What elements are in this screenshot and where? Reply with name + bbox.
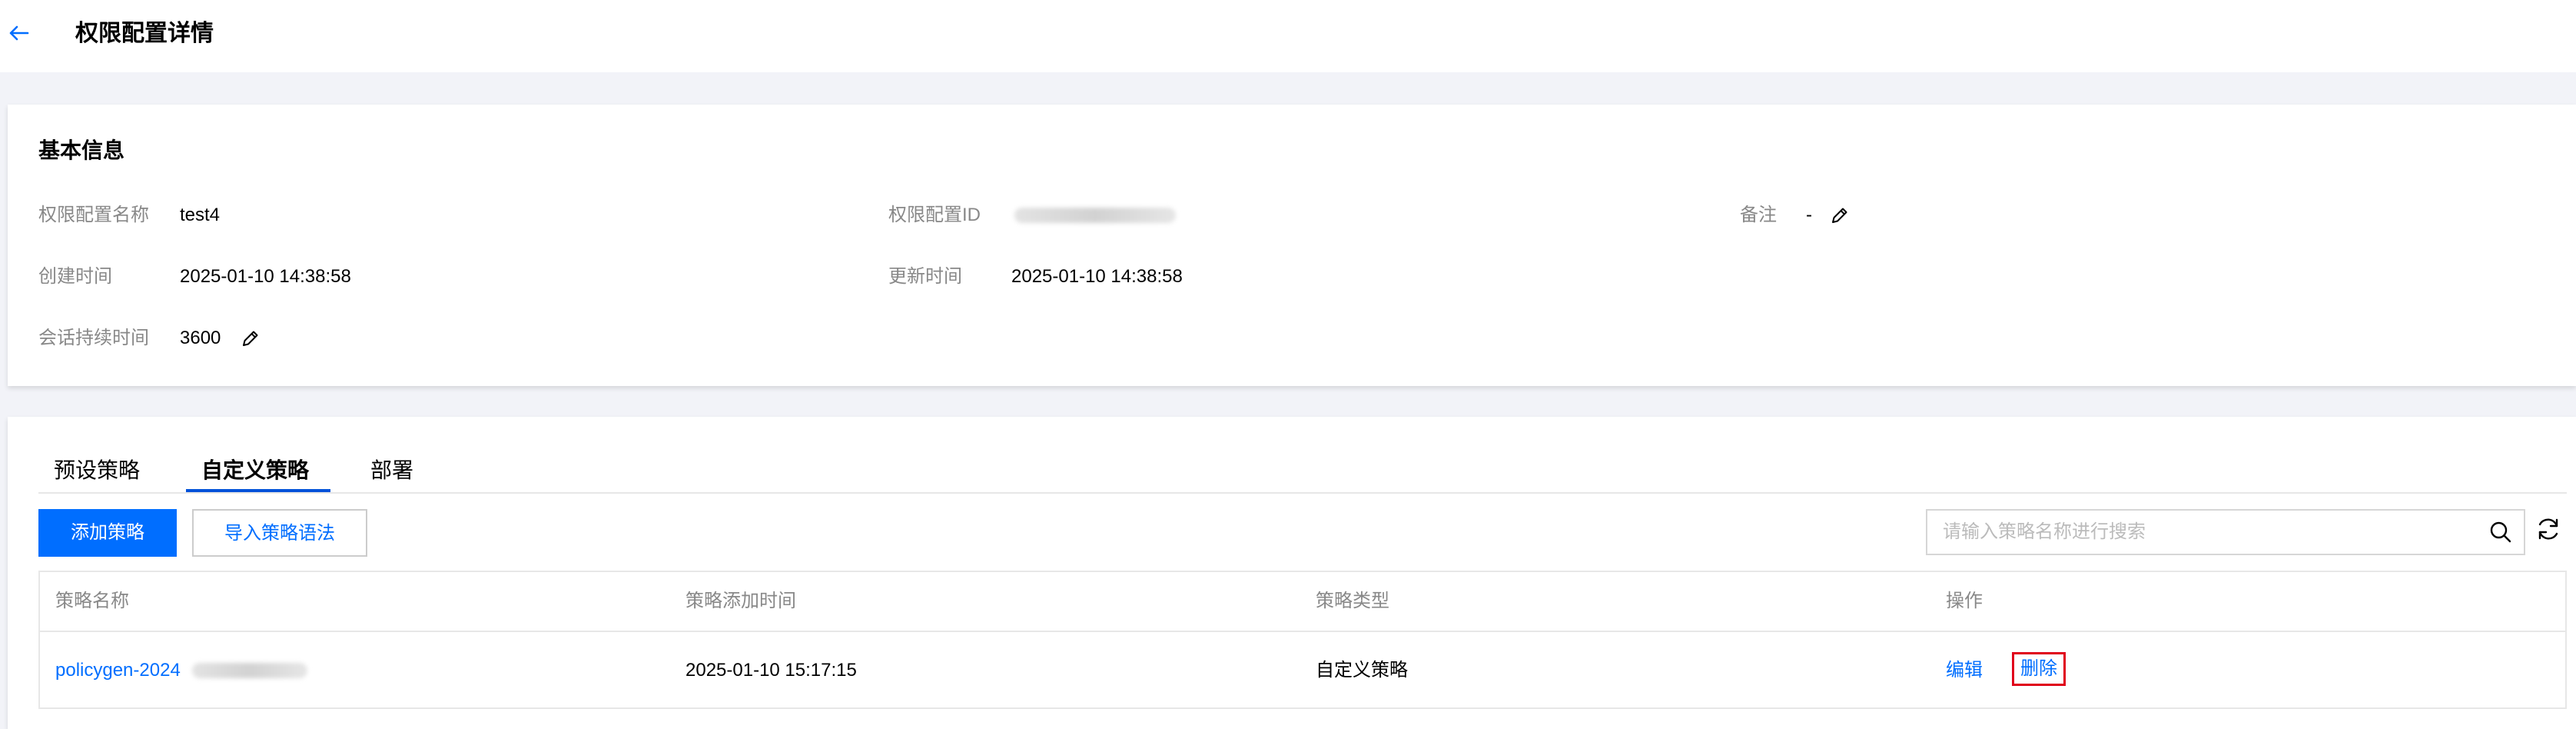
pencil-icon[interactable] bbox=[240, 328, 261, 349]
top-bar: 权限配置详情 bbox=[0, 0, 2576, 72]
config-name-value: test4 bbox=[180, 205, 221, 225]
edit-link[interactable]: 编辑 bbox=[1946, 658, 1983, 683]
search-box bbox=[1926, 509, 2525, 555]
tab-active-indicator bbox=[186, 489, 330, 492]
add-policy-button[interactable]: 添加策略 bbox=[38, 509, 177, 557]
config-id-label: 权限配置ID bbox=[888, 205, 981, 225]
updated-time-value: 2025-01-10 14:38:58 bbox=[1011, 266, 1183, 287]
policy-added-time: 2025-01-10 15:17:15 bbox=[685, 660, 857, 681]
policy-name-link[interactable]: policygen-2024 bbox=[55, 658, 181, 683]
search-icon[interactable] bbox=[2488, 520, 2513, 544]
basic-info-title: 基本信息 bbox=[38, 138, 125, 162]
policy-type: 自定义策略 bbox=[1316, 660, 1408, 681]
updated-time-label: 更新时间 bbox=[888, 266, 962, 287]
created-time-value: 2025-01-10 14:38:58 bbox=[180, 266, 351, 287]
delete-link[interactable]: 删除 bbox=[2012, 652, 2066, 686]
policies-card: 预设策略 自定义策略 部署 添加策略 导入策略语法 策略名称 策略添加时间 策略… bbox=[8, 417, 2576, 729]
column-header-policy-name: 策略名称 bbox=[55, 591, 129, 611]
arrow-left-icon[interactable] bbox=[6, 20, 32, 46]
column-header-policy-type: 策略类型 bbox=[1316, 591, 1389, 611]
config-name-label: 权限配置名称 bbox=[38, 205, 149, 225]
column-header-actions: 操作 bbox=[1946, 591, 1983, 611]
basic-info-card: 基本信息 权限配置名称 test4 权限配置ID 备注 - 创建时间 2025-… bbox=[8, 105, 2576, 386]
tab-custom-policies[interactable]: 自定义策略 bbox=[201, 455, 309, 486]
tab-divider bbox=[38, 492, 2567, 494]
session-duration-label: 会话持续时间 bbox=[38, 328, 149, 348]
refresh-icon[interactable] bbox=[2535, 515, 2562, 543]
session-duration-value: 3600 bbox=[180, 328, 221, 348]
table-row: policygen-2024 2025-01-10 15:17:15 自定义策略… bbox=[40, 634, 2565, 707]
pencil-icon[interactable] bbox=[1829, 205, 1851, 226]
import-policy-syntax-button[interactable]: 导入策略语法 bbox=[192, 509, 367, 557]
tab-deploy[interactable]: 部署 bbox=[370, 455, 413, 486]
search-input[interactable] bbox=[1927, 511, 2465, 554]
column-header-added-time: 策略添加时间 bbox=[685, 591, 796, 611]
remark-label: 备注 bbox=[1740, 205, 1777, 225]
config-id-value-redacted bbox=[1014, 208, 1176, 223]
tab-preset-policies[interactable]: 预设策略 bbox=[54, 455, 140, 486]
page-title: 权限配置详情 bbox=[75, 21, 214, 46]
remark-value: - bbox=[1806, 205, 1812, 225]
policies-table: 策略名称 策略添加时间 策略类型 操作 policygen-2024 2025-… bbox=[38, 571, 2567, 709]
policy-name-redacted bbox=[192, 663, 307, 678]
table-header: 策略名称 策略添加时间 策略类型 操作 bbox=[40, 572, 2565, 632]
created-time-label: 创建时间 bbox=[38, 266, 112, 287]
